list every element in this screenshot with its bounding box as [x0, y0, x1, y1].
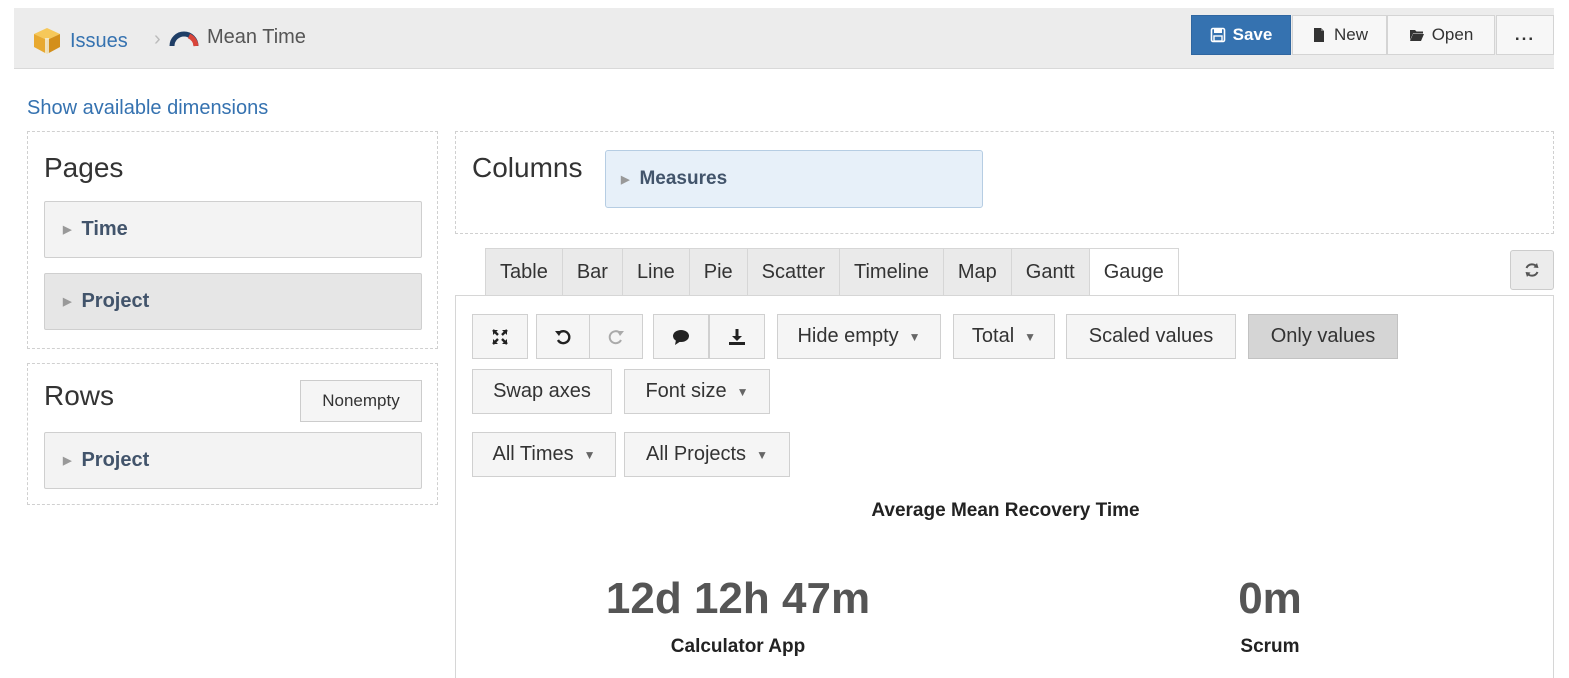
tab-bar[interactable]: Bar — [561, 248, 622, 296]
top-toolbar: Issues › Mean Time Save New Open ... — [14, 8, 1554, 69]
gauge-icon — [169, 31, 199, 46]
download-button[interactable] — [709, 314, 765, 359]
folder-open-icon — [1409, 30, 1424, 41]
tab-pie[interactable]: Pie — [688, 248, 747, 296]
download-icon — [729, 328, 745, 345]
breadcrumb-mean-time: Mean Time — [169, 26, 306, 49]
hide-empty-label: Hide empty — [797, 325, 899, 347]
rows-dimension-project[interactable]: ▶ Project — [44, 432, 422, 489]
tab-line[interactable]: Line — [621, 248, 689, 296]
undo-icon — [555, 329, 571, 344]
fullscreen-button[interactable] — [472, 314, 528, 359]
chart-type-tabs: Table Bar Line Pie Scatter Timeline Map … — [485, 248, 1179, 296]
pages-dimension-project[interactable]: ▶ Project — [44, 273, 422, 330]
tab-scatter[interactable]: Scatter — [746, 248, 840, 296]
open-button[interactable]: Open — [1387, 15, 1495, 55]
dimension-label: Measures — [639, 168, 728, 189]
more-options-label: ... — [1514, 25, 1536, 44]
caret-right-icon: ▶ — [63, 455, 72, 467]
new-button-label: New — [1333, 25, 1368, 44]
caret-right-icon: ▶ — [63, 224, 72, 236]
rows-panel: Rows Nonempty ▶ Project — [27, 363, 438, 505]
tab-table[interactable]: Table — [485, 248, 562, 296]
breadcrumb-current-label: Mean Time — [207, 26, 306, 48]
comment-icon — [673, 329, 689, 345]
font-size-label: Font size — [645, 380, 727, 402]
show-available-dimensions-link[interactable]: Show available dimensions — [27, 97, 268, 120]
gauge-content-area: Hide empty ▼ Total ▼ Scaled values Only … — [455, 295, 1554, 678]
dimension-label: Project — [81, 449, 150, 471]
redo-icon — [608, 329, 624, 344]
open-button-label: Open — [1431, 25, 1474, 44]
cube-icon — [34, 28, 60, 54]
gauge-value-calculator-app: 12d 12h 47m — [605, 574, 871, 623]
save-button[interactable]: Save — [1191, 15, 1291, 55]
new-file-icon — [1313, 28, 1324, 42]
comment-button[interactable] — [653, 314, 709, 359]
total-dropdown[interactable]: Total ▼ — [953, 314, 1055, 359]
breadcrumb-separator: › — [154, 28, 161, 50]
gauge-label-scrum: Scrum — [1240, 636, 1300, 657]
refresh-button[interactable] — [1510, 250, 1554, 290]
chevron-down-icon: ▼ — [1024, 329, 1037, 344]
chevron-down-icon: ▼ — [736, 384, 749, 399]
tab-gantt[interactable]: Gantt — [1010, 248, 1089, 296]
refresh-icon — [1525, 263, 1539, 277]
more-options-button[interactable]: ... — [1496, 15, 1554, 55]
undo-button[interactable] — [536, 314, 590, 359]
redo-button[interactable] — [589, 314, 643, 359]
dimension-label: Project — [81, 290, 150, 312]
dimension-label: Time — [81, 218, 128, 240]
swap-axes-button[interactable]: Swap axes — [472, 369, 612, 414]
only-values-button[interactable]: Only values — [1248, 314, 1398, 359]
columns-dimension-measures[interactable]: ▶ Measures — [605, 150, 983, 208]
pages-dimension-time[interactable]: ▶ Time — [44, 201, 422, 258]
caret-right-icon: ▶ — [63, 296, 72, 308]
all-projects-label: All Projects — [646, 443, 747, 465]
tab-timeline[interactable]: Timeline — [839, 248, 943, 296]
font-size-dropdown[interactable]: Font size ▼ — [624, 369, 770, 414]
all-times-dropdown[interactable]: All Times ▼ — [472, 432, 616, 477]
hide-empty-dropdown[interactable]: Hide empty ▼ — [777, 314, 941, 359]
scaled-values-button[interactable]: Scaled values — [1066, 314, 1236, 359]
chevron-down-icon: ▼ — [583, 447, 596, 462]
all-times-label: All Times — [492, 443, 574, 465]
pages-title: Pages — [44, 152, 124, 183]
expand-icon — [492, 328, 508, 345]
gauge-label-calculator-app: Calculator App — [670, 636, 806, 657]
total-label: Total — [971, 325, 1015, 347]
save-button-label: Save — [1232, 25, 1273, 44]
save-icon — [1210, 27, 1225, 43]
new-button[interactable]: New — [1292, 15, 1387, 55]
gauge-value-scrum: 0m — [1238, 574, 1302, 623]
chevron-down-icon: ▼ — [756, 447, 768, 462]
gauge-title: Average Mean Recovery Time — [871, 500, 1140, 521]
breadcrumb-issues-label[interactable]: Issues — [70, 30, 128, 53]
chevron-down-icon: ▼ — [908, 329, 921, 344]
pages-panel: Pages ▶ Time ▶ Project — [27, 131, 438, 349]
columns-title: Columns — [472, 152, 583, 183]
all-projects-dropdown[interactable]: All Projects ▼ — [624, 432, 790, 477]
tab-map[interactable]: Map — [942, 248, 1011, 296]
breadcrumb-issues[interactable]: Issues — [32, 26, 128, 56]
nonempty-button[interactable]: Nonempty — [300, 380, 422, 422]
caret-right-icon: ▶ — [621, 173, 630, 186]
tab-gauge[interactable]: Gauge — [1088, 248, 1179, 296]
columns-panel: Columns ▶ Measures — [455, 131, 1554, 234]
rows-title: Rows — [44, 380, 115, 411]
